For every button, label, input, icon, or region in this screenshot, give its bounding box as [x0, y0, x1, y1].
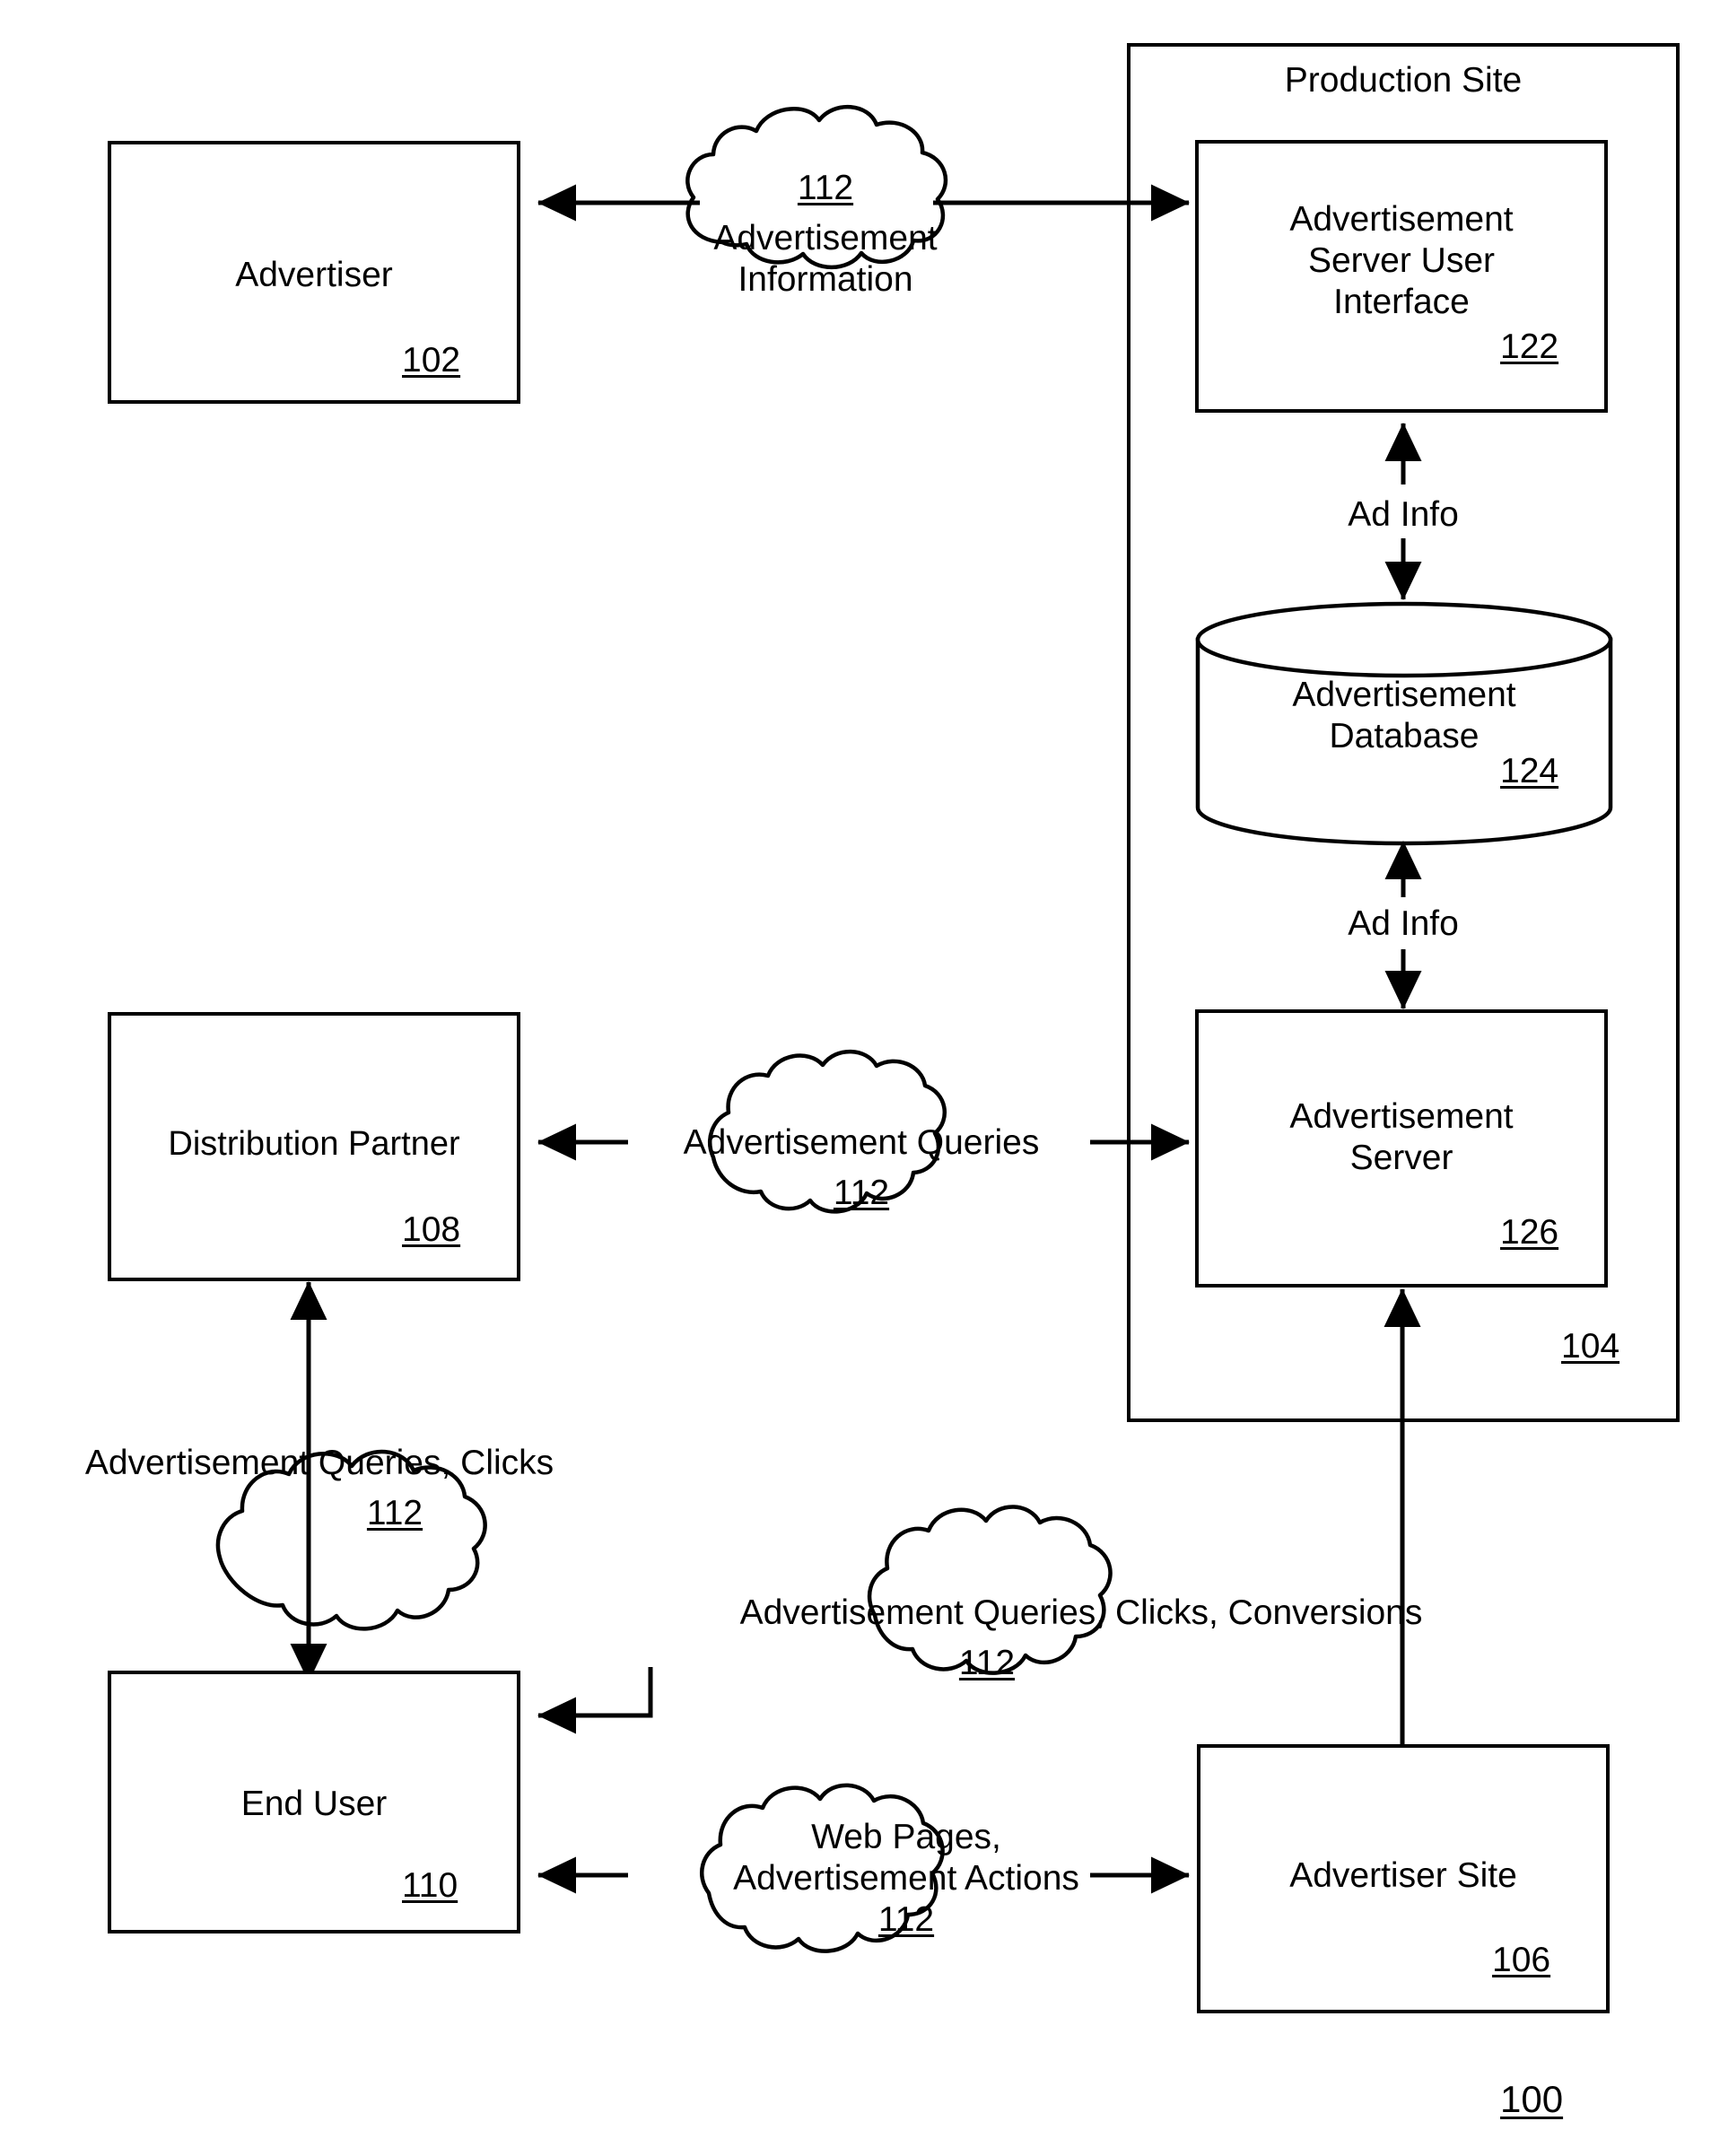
node-advertiser-site-label: Advertiser Site	[1289, 1856, 1517, 1895]
node-end-user-ref: 110	[402, 1866, 458, 1905]
cloud-web-pages-actions-line1: Web Pages,	[811, 1818, 1001, 1856]
node-ad-server-label: Advertisement Server	[1289, 1097, 1514, 1178]
cloud-ad-queries-clicks-ref: 112	[366, 1494, 423, 1532]
node-ad-server-ref: 126	[1500, 1213, 1559, 1252]
cloud-ad-information-ref: 112	[797, 169, 854, 207]
edge-label-ad-info-ui-db: Ad Info	[1348, 495, 1459, 534]
cloud-ad-information-line2: Information	[738, 260, 913, 299]
node-ad-database-label: Advertisement Database	[1292, 676, 1516, 756]
node-advertiser-ref: 102	[402, 341, 461, 380]
cloud-ad-information-line1: Advertisement	[713, 219, 938, 257]
node-advertiser-site-ref: 106	[1492, 1941, 1551, 1979]
node-ad-server-ui-ref: 122	[1500, 327, 1559, 366]
node-ad-server-ui-label: Advertisement Server User Interface	[1289, 200, 1514, 322]
node-end-user-label: End User	[240, 1785, 388, 1823]
cloud-ad-queries-ref: 112	[833, 1174, 890, 1212]
node-advertiser-label: Advertiser	[235, 256, 393, 294]
node-distribution-partner-ref: 108	[402, 1210, 461, 1249]
edge-conversions-to-end-user	[537, 1667, 653, 1734]
figure-number: 100	[1500, 2078, 1564, 2120]
node-production-site-label: Production Site	[1284, 61, 1523, 100]
node-ad-database-ref: 124	[1500, 752, 1559, 790]
cloud-ad-queries-clicks-conversions-label: Advertisement Queries, Clicks, Conversio…	[739, 1593, 1423, 1632]
node-distribution-partner-label: Distribution Partner	[168, 1125, 460, 1163]
cloud-web-pages-actions-ref: 112	[877, 1900, 935, 1939]
patent-figure-100: Advertiser 102 Production Site 104 Adver…	[0, 0, 1711, 2156]
edge-label-ad-info-db-server: Ad Info	[1348, 904, 1459, 943]
cloud-ad-queries-label: Advertisement Queries	[683, 1123, 1040, 1162]
cloud-ad-queries-clicks-conversions-ref: 112	[958, 1644, 1016, 1682]
cloud-ad-queries-clicks-label: Advertisement Queries, Clicks	[84, 1444, 554, 1482]
node-production-site-ref: 104	[1561, 1327, 1620, 1366]
cloud-web-pages-actions-line2: Advertisement Actions	[733, 1859, 1079, 1898]
